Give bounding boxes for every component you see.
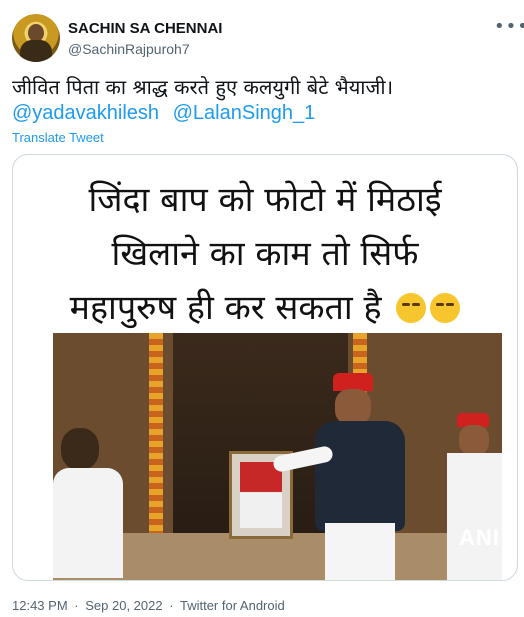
- mention-link[interactable]: @yadavakhilesh: [12, 102, 159, 124]
- news-photo: ANI: [53, 333, 502, 580]
- separator: ·: [169, 598, 174, 613]
- laughing-emoji-icon: [430, 293, 461, 323]
- caption-line-3: महापुरुष ही कर सकता है: [13, 281, 517, 335]
- tweet-media[interactable]: जिंदा बाप को फोटो में मिठाई खिलाने का का…: [12, 154, 518, 581]
- caption-line: जिंदा बाप को फोटो में मिठाई: [88, 180, 442, 220]
- display-name[interactable]: SACHIN SA CHENNAI: [68, 20, 222, 37]
- person-bending: [271, 373, 425, 580]
- caption-line: महापुरुष ही कर सकता है: [69, 288, 382, 328]
- mention-link[interactable]: @LalanSingh_1: [173, 102, 316, 124]
- portrait: [240, 462, 282, 528]
- translate-tweet-link[interactable]: Translate Tweet: [12, 130, 104, 145]
- black-vest: [315, 421, 405, 531]
- separator: ·: [74, 598, 79, 613]
- meme-caption: जिंदा बाप को फोटो में मिठाई खिलाने का का…: [13, 173, 517, 335]
- garland: [149, 333, 163, 533]
- ani-watermark: ANI: [459, 525, 500, 550]
- person-right: [443, 413, 502, 580]
- tweet-source[interactable]: Twitter for Android: [180, 598, 285, 613]
- ellipsis-icon[interactable]: •••: [494, 16, 524, 37]
- avatar-body: [20, 40, 52, 62]
- avatar[interactable]: [12, 14, 60, 62]
- tweet-time[interactable]: 12:43 PM: [12, 598, 68, 613]
- mentions: @yadavakhilesh @LalanSingh_1: [12, 100, 323, 126]
- tweet-text: जीवित पिता का श्राद्ध करते हुए कलयुगी बे…: [12, 75, 394, 99]
- caption-line: खिलाने का काम तो सिर्फ: [111, 234, 419, 274]
- tweet-meta: 12:43 PM · Sep 20, 2022 · Twitter for An…: [12, 598, 288, 613]
- tweet-date[interactable]: Sep 20, 2022: [85, 598, 162, 613]
- person-left: [53, 428, 123, 578]
- laughing-emoji-icon: [396, 293, 427, 323]
- user-handle[interactable]: @SachinRajpuroh7: [68, 41, 190, 57]
